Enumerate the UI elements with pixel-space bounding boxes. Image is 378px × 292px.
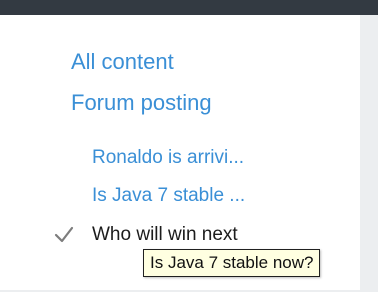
nav-forum-posting[interactable]: Forum posting <box>71 92 212 114</box>
checkmark-icon <box>54 226 74 243</box>
nav-item-ronaldo[interactable]: Ronaldo is arrivi... <box>92 148 244 167</box>
nav-item-java[interactable]: Is Java 7 stable ... <box>92 186 245 205</box>
nav-item-who-will-win[interactable]: Who will win next <box>92 225 238 244</box>
nav-all-content[interactable]: All content <box>71 51 174 73</box>
top-bar <box>0 0 378 15</box>
right-scroll-gutter <box>360 15 378 292</box>
tooltip: Is Java 7 stable now? <box>143 249 321 277</box>
